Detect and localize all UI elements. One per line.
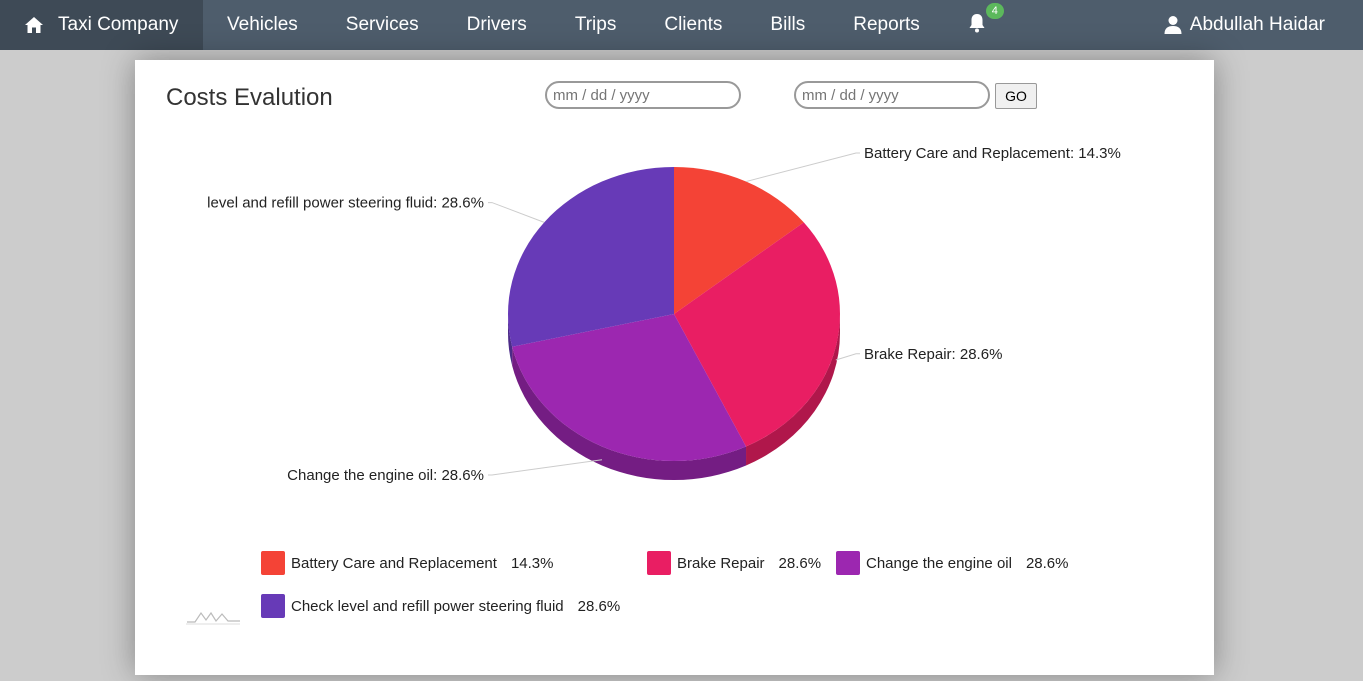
- notifications-button[interactable]: 4: [968, 3, 1004, 37]
- legend-item-battery[interactable]: Battery Care and Replacement 14.3%: [261, 551, 554, 575]
- pie-slice-label: Brake Repair: 28.6%: [864, 346, 1002, 363]
- brand-link[interactable]: Taxi Company: [0, 0, 203, 50]
- legend-label: Check level and refill power steering fl…: [291, 597, 564, 615]
- pie-leader-line: [488, 459, 603, 476]
- user-name: Abdullah Haidar: [1189, 14, 1325, 35]
- legend-swatch: [261, 594, 285, 618]
- nav-bills[interactable]: Bills: [770, 14, 805, 36]
- pie-slice-label: level and refill power steering fluid: 2…: [207, 195, 484, 212]
- nav-vehicles[interactable]: Vehicles: [227, 14, 298, 36]
- legend-label: Battery Care and Replacement: [291, 554, 497, 572]
- legend-swatch: [261, 551, 285, 575]
- legend-pct: 28.6%: [778, 554, 822, 572]
- legend-swatch: [836, 551, 860, 575]
- legend-pct: 28.6%: [1025, 554, 1069, 572]
- legend-label: Change the engine oil: [866, 554, 1012, 572]
- legend-pct: 28.6%: [577, 597, 621, 615]
- nav-drivers[interactable]: Drivers: [467, 14, 527, 36]
- legend-item-power-steering[interactable]: Check level and refill power steering fl…: [261, 594, 620, 618]
- notification-badge: 4: [985, 3, 1004, 19]
- home-icon: [25, 17, 43, 33]
- nav-services[interactable]: Services: [346, 14, 419, 36]
- pie-leader-line: [835, 353, 860, 361]
- user-icon: [1164, 16, 1182, 34]
- navbar: Taxi Company Vehicles Services Drivers T…: [0, 0, 1363, 50]
- legend-swatch: [647, 551, 671, 575]
- nav-trips[interactable]: Trips: [575, 14, 617, 36]
- chart-logo-icon: [186, 611, 240, 625]
- pie-leader-line: [488, 202, 545, 223]
- pie-slice-label: Battery Care and Replacement: 14.3%: [864, 145, 1121, 162]
- user-menu[interactable]: Abdullah Haidar: [1164, 0, 1325, 50]
- brand-label: Taxi Company: [58, 14, 179, 35]
- legend-item-brake[interactable]: Brake Repair 28.6%: [647, 551, 821, 575]
- legend-pct: 14.3%: [510, 554, 554, 572]
- nav-reports[interactable]: Reports: [853, 14, 920, 36]
- pie-slice-label: Change the engine oil: 28.6%: [287, 467, 484, 484]
- legend-label: Brake Repair: [677, 554, 765, 572]
- pie-chart: Battery Care and Replacement: 14.3% Brake…: [207, 145, 1121, 484]
- nav-clients[interactable]: Clients: [664, 14, 722, 36]
- legend-item-engine-oil[interactable]: Change the engine oil 28.6%: [836, 551, 1069, 575]
- pie-leader-line: [745, 152, 860, 183]
- costs-card: Costs Evalution GO Battery Care and Repl…: [135, 60, 1214, 675]
- bell-icon: [969, 14, 985, 33]
